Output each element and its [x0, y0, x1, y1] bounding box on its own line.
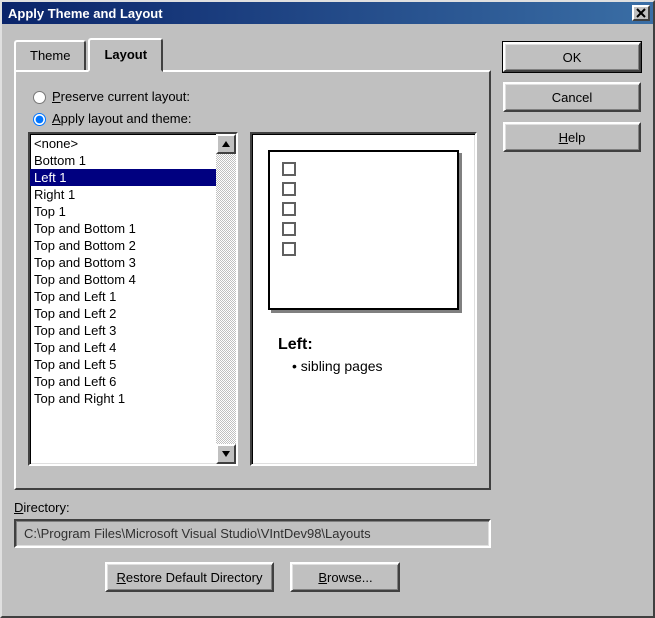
layout-list-items: <none>Bottom 1Left 1Right 1Top 1Top and … — [30, 134, 216, 464]
list-item[interactable]: Top and Left 5 — [30, 356, 216, 373]
tabset: Theme Layout — [14, 38, 491, 72]
titlebar: Apply Theme and Layout — [2, 2, 653, 24]
close-button[interactable] — [632, 5, 650, 21]
radio-preserve-layout[interactable]: Preserve current layout: — [28, 88, 477, 104]
scroll-up-button[interactable] — [216, 134, 236, 154]
radio-apply-input[interactable] — [33, 113, 46, 126]
ok-button-label: OK — [563, 50, 582, 65]
preview-placeholder-icon — [282, 222, 296, 236]
radio-preserve-label: Preserve current layout: — [52, 89, 190, 104]
preview-placeholder-icon — [282, 162, 296, 176]
tab-theme-label: Theme — [30, 48, 70, 63]
scroll-down-button[interactable] — [216, 444, 236, 464]
ok-button[interactable]: OK — [503, 42, 641, 72]
list-item[interactable]: Bottom 1 — [30, 152, 216, 169]
directory-input[interactable]: C:\Program Files\Microsoft Visual Studio… — [14, 519, 491, 548]
list-item[interactable]: Top and Left 3 — [30, 322, 216, 339]
layout-listbox[interactable]: <none>Bottom 1Left 1Right 1Top 1Top and … — [28, 132, 238, 466]
directory-label: Directory: — [14, 500, 491, 515]
restore-default-directory-button[interactable]: Restore Default Directory — [105, 562, 275, 592]
help-button[interactable]: Help — [503, 122, 641, 152]
list-item[interactable]: Top and Left 1 — [30, 288, 216, 305]
list-item[interactable]: Top and Left 4 — [30, 339, 216, 356]
chevron-down-icon — [222, 451, 230, 457]
preview-placeholder-icon — [282, 242, 296, 256]
preview-placeholder-icon — [282, 182, 296, 196]
window-title: Apply Theme and Layout — [8, 6, 632, 21]
restore-button-label: Restore Default Directory — [117, 570, 263, 585]
browse-button-label: Browse... — [318, 570, 372, 585]
tab-panel-layout: Preserve current layout: Apply layout an… — [14, 70, 491, 490]
list-item[interactable]: Top and Right 1 — [30, 390, 216, 407]
close-icon — [636, 8, 646, 18]
tab-layout[interactable]: Layout — [88, 38, 163, 72]
dialog-body: Theme Layout Preserve current layout: Ap… — [2, 24, 653, 616]
list-item[interactable]: Top and Bottom 4 — [30, 271, 216, 288]
tab-theme[interactable]: Theme — [14, 40, 86, 74]
listbox-scrollbar[interactable] — [216, 134, 236, 464]
preview-page — [268, 150, 459, 310]
cancel-button[interactable]: Cancel — [503, 82, 641, 112]
browse-button[interactable]: Browse... — [290, 562, 400, 592]
list-item[interactable]: Top and Bottom 1 — [30, 220, 216, 237]
list-item[interactable]: <none> — [30, 135, 216, 152]
list-item[interactable]: Top 1 — [30, 203, 216, 220]
list-item[interactable]: Top and Bottom 3 — [30, 254, 216, 271]
directory-section: Directory: C:\Program Files\Microsoft Vi… — [14, 500, 491, 592]
help-button-label: Help — [559, 130, 586, 145]
dialog-window: Apply Theme and Layout Theme Layout — [0, 0, 655, 618]
preview-heading: Left: — [278, 336, 459, 354]
list-item[interactable]: Left 1 — [30, 169, 216, 186]
cancel-button-label: Cancel — [552, 90, 592, 105]
list-item[interactable]: Top and Left 2 — [30, 305, 216, 322]
radio-apply-layout[interactable]: Apply layout and theme: — [28, 110, 477, 126]
radio-apply-label: Apply layout and theme: — [52, 111, 191, 126]
list-item[interactable]: Right 1 — [30, 186, 216, 203]
list-item[interactable]: Top and Bottom 2 — [30, 237, 216, 254]
scroll-track[interactable] — [216, 154, 236, 444]
radio-preserve-input[interactable] — [33, 91, 46, 104]
preview-placeholder-icon — [282, 202, 296, 216]
preview-bullet: sibling pages — [292, 358, 459, 374]
tab-layout-label: Layout — [104, 47, 147, 62]
chevron-up-icon — [222, 141, 230, 147]
list-item[interactable]: Top and Left 6 — [30, 373, 216, 390]
layout-preview: Left: sibling pages — [250, 132, 477, 466]
